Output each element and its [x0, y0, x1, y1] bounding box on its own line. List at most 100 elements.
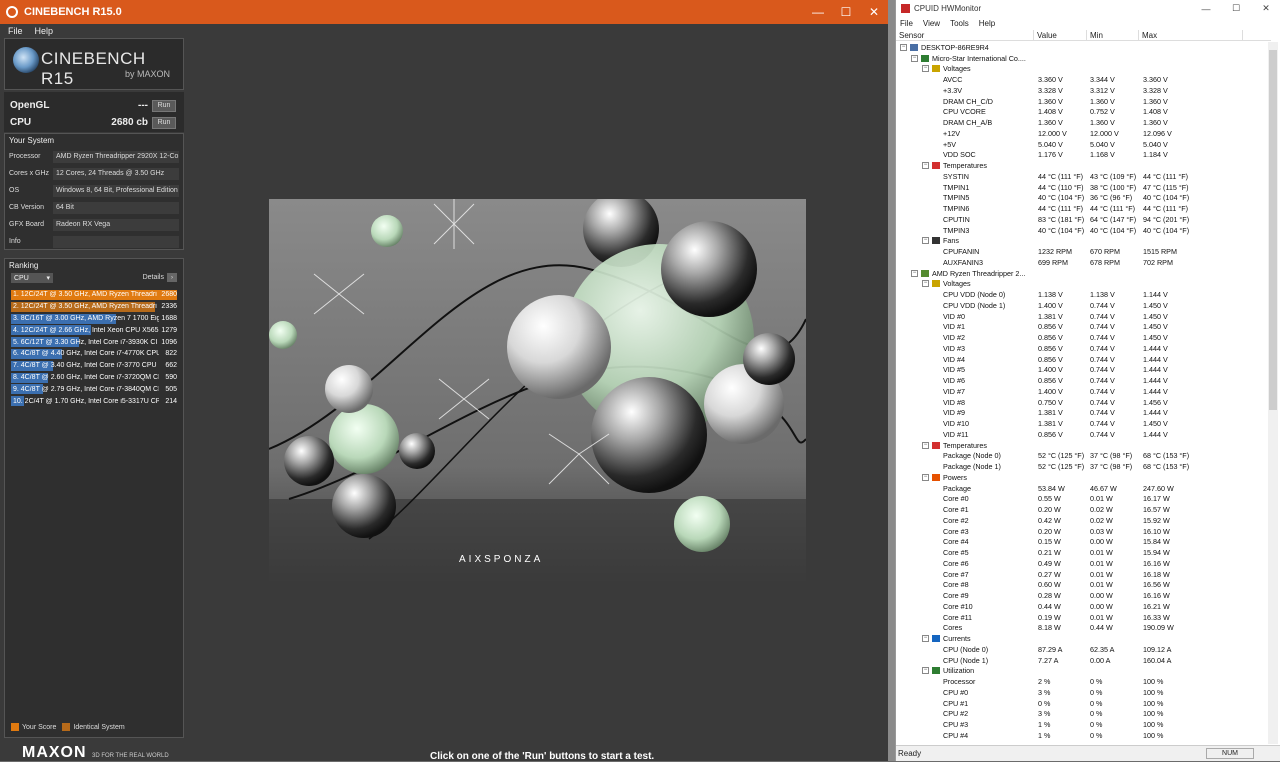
collapse-toggle-icon[interactable]: − — [922, 162, 929, 170]
collapse-toggle-icon[interactable]: − — [922, 237, 929, 245]
sensor-row[interactable]: Core #6 0.49 W 0.01 W 16.16 W — [896, 558, 1266, 569]
cpu-run-button[interactable]: Run — [152, 116, 176, 129]
ranking-row[interactable]: 8. 4C/8T @ 2.60 GHz, Intel Core i7-3720Q… — [11, 372, 177, 384]
sensor-row[interactable]: VID #1 0.856 V 0.744 V 1.450 V — [896, 322, 1266, 333]
minimize-icon[interactable]: — — [804, 0, 832, 24]
sensor-row[interactable]: VID #2 0.856 V 0.744 V 1.450 V — [896, 332, 1266, 343]
tree-node[interactable]: − Voltages — [896, 64, 1266, 75]
sensor-row[interactable]: Core #4 0.15 W 0.00 W 15.84 W — [896, 537, 1266, 548]
sensor-row[interactable]: CPUTIN 83 °C (181 °F) 64 °C (147 °F) 94 °C … — [896, 214, 1266, 225]
collapse-toggle-icon[interactable]: − — [922, 635, 929, 643]
tree-node[interactable]: − Temperatures — [896, 160, 1266, 171]
maximize-icon[interactable]: ☐ — [832, 0, 860, 24]
sensor-row[interactable]: CPU VDD (Node 0) 1.138 V 1.138 V 1.144 V — [896, 289, 1266, 300]
ranking-row[interactable]: 6. 4C/8T @ 4.40 GHz, Intel Core i7-4770K… — [11, 348, 177, 360]
minimize-icon[interactable]: — — [1191, 0, 1221, 17]
sensor-row[interactable]: AUXFANIN3 699 RPM 678 RPM 702 RPM — [896, 257, 1266, 268]
ranking-row[interactable]: 4. 12C/24T @ 2.66 GHz, Intel Xeon CPU X5… — [11, 324, 177, 336]
collapse-toggle-icon[interactable]: − — [911, 269, 918, 277]
sensor-row[interactable]: VID #5 1.400 V 0.744 V 1.444 V — [896, 365, 1266, 376]
collapse-toggle-icon[interactable]: − — [922, 65, 929, 73]
tree-node[interactable]: − Temperatures — [896, 440, 1266, 451]
sensor-row[interactable]: Core #9 0.28 W 0.00 W 16.16 W — [896, 590, 1266, 601]
sensor-row[interactable]: Core #11 0.19 W 0.01 W 16.33 W — [896, 612, 1266, 623]
sensor-row[interactable]: TMPIN1 44 °C (110 °F) 38 °C (100 °F) 47 °C … — [896, 182, 1266, 193]
menu-view[interactable]: View — [923, 19, 940, 28]
sensor-row[interactable]: CPU (Node 1) 7.27 A 0.00 A 160.04 A — [896, 655, 1266, 666]
scrollbar-thumb[interactable] — [1269, 50, 1277, 410]
collapse-toggle-icon[interactable]: − — [900, 43, 907, 51]
opengl-run-button[interactable]: Run — [152, 99, 176, 112]
sensor-row[interactable]: CPU (Node 0) 87.29 A 62.35 A 109.12 A — [896, 644, 1266, 655]
collapse-toggle-icon[interactable]: − — [922, 667, 929, 675]
collapse-toggle-icon[interactable]: − — [922, 280, 929, 288]
close-icon[interactable]: ✕ — [1251, 0, 1280, 17]
sensor-row[interactable]: CPU #3 1 % 0 % 100 % — [896, 719, 1266, 730]
sensor-row[interactable]: +5V 5.040 V 5.040 V 5.040 V — [896, 139, 1266, 150]
tree-node[interactable]: − Currents — [896, 633, 1266, 644]
sensor-row[interactable]: TMPIN3 40 °C (104 °F) 40 °C (104 °F) 40 °C … — [896, 225, 1266, 236]
sensor-row[interactable]: CPU #4 1 % 0 % 100 % — [896, 730, 1266, 741]
menu-file[interactable]: File — [900, 19, 913, 28]
sensor-row[interactable]: Core #5 0.21 W 0.01 W 15.94 W — [896, 547, 1266, 558]
sensor-row[interactable]: Core #7 0.27 W 0.01 W 16.18 W — [896, 569, 1266, 580]
sensor-row[interactable]: VID #0 1.381 V 0.744 V 1.450 V — [896, 311, 1266, 322]
sensor-row[interactable]: CPU VCORE 1.408 V 0.752 V 1.408 V — [896, 107, 1266, 118]
sensor-row[interactable]: DRAM CH_A/B 1.360 V 1.360 V 1.360 V — [896, 117, 1266, 128]
collapse-toggle-icon[interactable]: − — [922, 441, 929, 449]
sensor-row[interactable]: Package (Node 1) 52 °C (125 °F) 37 °C (98 … — [896, 461, 1266, 472]
ranking-details[interactable]: Details › — [143, 273, 177, 282]
sensor-row[interactable]: VID #6 0.856 V 0.744 V 1.444 V — [896, 375, 1266, 386]
tree-node[interactable]: − Powers — [896, 472, 1266, 483]
column-header-max[interactable]: Max — [1139, 30, 1243, 40]
sensor-row[interactable]: Core #0 0.55 W 0.01 W 16.17 W — [896, 494, 1266, 505]
collapse-toggle-icon[interactable]: − — [911, 54, 918, 62]
sensor-row[interactable]: Core #8 0.60 W 0.01 W 16.56 W — [896, 580, 1266, 591]
tree-node[interactable]: − Utilization — [896, 666, 1266, 677]
sensor-row[interactable]: +12V 12.000 V 12.000 V 12.096 V — [896, 128, 1266, 139]
ranking-row[interactable]: 5. 6C/12T @ 3.30 GHz, Intel Core i7-3930… — [11, 336, 177, 348]
sensor-row[interactable]: VDD SOC 1.176 V 1.168 V 1.184 V — [896, 150, 1266, 161]
menu-help[interactable]: Help — [979, 19, 995, 28]
sensor-row[interactable]: CPU #1 0 % 0 % 100 % — [896, 698, 1266, 709]
ranking-row[interactable]: 10. 2C/4T @ 1.70 GHz, Intel Core i5-3317… — [11, 395, 177, 407]
ranking-row[interactable]: 9. 4C/8T @ 2.79 GHz, Intel Core i7-3840Q… — [11, 383, 177, 395]
column-header-min[interactable]: Min — [1087, 30, 1139, 40]
sensor-row[interactable]: Core #3 0.20 W 0.03 W 16.10 W — [896, 526, 1266, 537]
ranking-row[interactable]: 1. 12C/24T @ 3.50 GHz, AMD Ryzen Threadr… — [11, 289, 177, 301]
sensor-row[interactable]: CPU VDD (Node 1) 1.400 V 0.744 V 1.450 V — [896, 300, 1266, 311]
details-arrow-icon[interactable]: › — [167, 273, 177, 282]
ranking-row[interactable]: 7. 4C/8T @ 3.40 GHz, Intel Core i7-3770 … — [11, 360, 177, 372]
sensor-row[interactable]: Core #10 0.44 W 0.00 W 16.21 W — [896, 601, 1266, 612]
tree-node[interactable]: − DESKTOP-86RE9R4 — [896, 42, 1266, 53]
sensor-row[interactable]: CPU #0 3 % 0 % 100 % — [896, 687, 1266, 698]
menu-file[interactable]: File — [8, 26, 23, 36]
sensor-row[interactable]: AVCC 3.360 V 3.344 V 3.360 V — [896, 74, 1266, 85]
sensor-row[interactable]: DRAM CH_C/D 1.360 V 1.360 V 1.360 V — [896, 96, 1266, 107]
sensor-row[interactable]: Cores 8.18 W 0.44 W 190.09 W — [896, 623, 1266, 634]
sensor-row[interactable]: VID #11 0.856 V 0.744 V 1.444 V — [896, 429, 1266, 440]
column-header-value[interactable]: Value — [1034, 30, 1087, 40]
sensor-row[interactable]: Package (Node 0) 52 °C (125 °F) 37 °C (98 … — [896, 451, 1266, 462]
tree-node[interactable]: − AMD Ryzen Threadripper 2... — [896, 268, 1266, 279]
ranking-row[interactable]: 2. 12C/24T @ 3.50 GHz, AMD Ryzen Threadr… — [11, 301, 177, 313]
maximize-icon[interactable]: ☐ — [1221, 0, 1251, 17]
sensor-row[interactable]: VID #8 0.750 V 0.744 V 1.456 V — [896, 397, 1266, 408]
sensor-row[interactable]: TMPIN6 44 °C (111 °F) 44 °C (111 °F) 44 °C … — [896, 203, 1266, 214]
sensor-row[interactable]: SYSTIN 44 °C (111 °F) 43 °C (109 °F) 44 °C … — [896, 171, 1266, 182]
tree-node[interactable]: − Fans — [896, 236, 1266, 247]
tree-node[interactable]: − Micro-Star International Co.... — [896, 53, 1266, 64]
sensor-row[interactable]: VID #7 1.400 V 0.744 V 1.444 V — [896, 386, 1266, 397]
sensor-row[interactable]: VID #10 1.381 V 0.744 V 1.450 V — [896, 418, 1266, 429]
ranking-select[interactable]: CPU ▾ — [11, 273, 53, 283]
sensor-row[interactable]: Core #2 0.42 W 0.02 W 15.92 W — [896, 515, 1266, 526]
sensor-row[interactable]: TMPIN5 40 °C (104 °F) 36 °C (96 °F) 40 °C (… — [896, 193, 1266, 204]
sensor-row[interactable]: Package 53.84 W 46.67 W 247.60 W — [896, 483, 1266, 494]
sensor-row[interactable]: Core #1 0.20 W 0.02 W 16.57 W — [896, 504, 1266, 515]
menu-tools[interactable]: Tools — [950, 19, 969, 28]
sensor-row[interactable]: VID #4 0.856 V 0.744 V 1.444 V — [896, 354, 1266, 365]
cinebench-titlebar[interactable]: CINEBENCH R15.0 — ☐ ✕ — [0, 0, 888, 24]
sensor-row[interactable]: CPUFANIN 1232 RPM 670 RPM 1515 RPM — [896, 246, 1266, 257]
sensor-row[interactable]: CPU #2 3 % 0 % 100 % — [896, 709, 1266, 720]
info-field[interactable] — [53, 235, 179, 248]
